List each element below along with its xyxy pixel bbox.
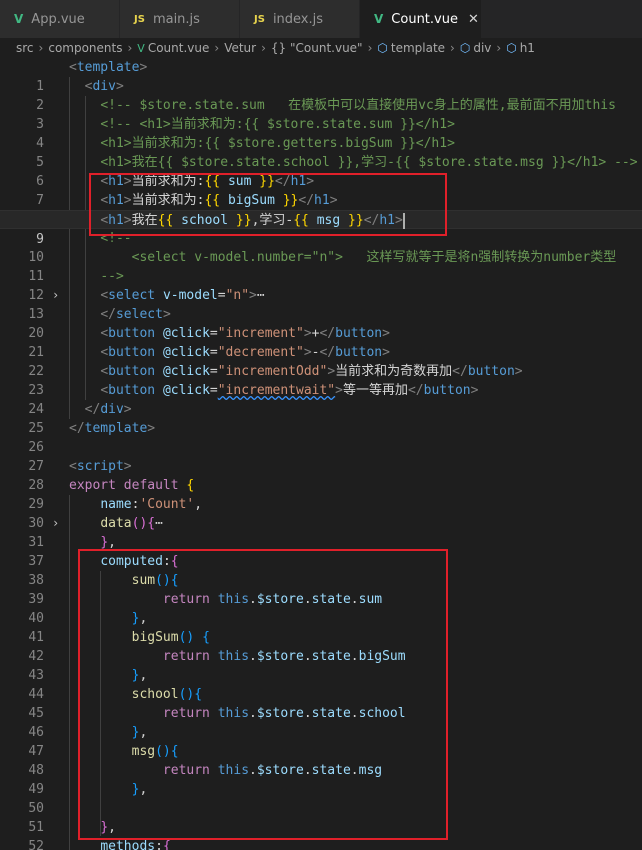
- code-line[interactable]: 2 <div>: [0, 77, 642, 113]
- highlight-box-computed: [78, 549, 448, 840]
- breadcrumb-item[interactable]: h1: [520, 41, 535, 55]
- chevron-right-icon[interactable]: ›: [52, 286, 59, 305]
- tab-label: Count.vue: [391, 11, 458, 27]
- code-line[interactable]: 23 <button @click="incrementOdd">当前求和为奇数…: [0, 362, 642, 398]
- chevron-right-icon: ›: [367, 41, 373, 55]
- close-icon[interactable]: ✕: [468, 12, 479, 27]
- cube-icon: ⬡: [506, 41, 517, 55]
- cube-icon: ⬡: [377, 41, 388, 55]
- code-editor[interactable]: 1 <template> 2 <div> 3 <!-- $store.state…: [0, 58, 642, 850]
- code-line[interactable]: 5 <h1>当前求和为:{{ $store.getters.bigSum }}<…: [0, 134, 642, 170]
- tab-count-vue[interactable]: V Count.vue ✕: [360, 0, 482, 38]
- chevron-right-icon: ›: [38, 41, 44, 55]
- breadcrumb-item[interactable]: Count.vue: [148, 41, 210, 55]
- code-line[interactable]: 3 <!-- $store.state.sum 在模板中可以直接使用vc身上的属…: [0, 96, 642, 132]
- code-line[interactable]: 21 <button @click="increment">+</button>: [0, 324, 642, 360]
- tab-label: main.js: [152, 11, 200, 27]
- breadcrumb: src › components › V Count.vue › Vetur ›…: [0, 38, 642, 58]
- tab-bar: V App.vue JS main.js JS index.js V Count…: [0, 0, 642, 38]
- code-line[interactable]: 13 › <select v-model="n">⋯: [0, 286, 642, 322]
- code-line[interactable]: 12 -->: [0, 267, 642, 303]
- chevron-right-icon: ›: [261, 41, 266, 55]
- code-line[interactable]: 28 <script>: [0, 457, 642, 493]
- tab-label: App.vue: [31, 11, 85, 27]
- js-file-icon: JS: [254, 13, 265, 25]
- code-line[interactable]: 22 <button @click="decrement">-</button>: [0, 343, 642, 379]
- code-line[interactable]: 30 name:'Count',: [0, 495, 642, 531]
- chevron-right-icon: ›: [127, 41, 133, 55]
- chevron-right-icon: ›: [450, 41, 455, 55]
- tab-index-js[interactable]: JS index.js: [240, 0, 360, 38]
- tab-label: index.js: [272, 11, 324, 27]
- breadcrumb-item[interactable]: {} "Count.vue": [271, 41, 363, 55]
- chevron-right-icon: ›: [496, 41, 502, 55]
- code-line[interactable]: 27: [0, 438, 642, 474]
- code-line[interactable]: 6 <h1>我在{{ $store.state.school }},学习-{{ …: [0, 153, 642, 189]
- cube-icon: ⬡: [459, 41, 471, 55]
- breadcrumb-item[interactable]: src: [16, 41, 34, 55]
- code-line[interactable]: 11 <select v-model.number="n"> 这样写就等于是将n…: [0, 248, 642, 284]
- code-line[interactable]: 31 › data(){⋯: [0, 514, 642, 550]
- code-line[interactable]: 1 <template>: [0, 58, 642, 94]
- highlight-box-template: [89, 173, 447, 236]
- vue-file-icon: V: [374, 12, 384, 26]
- breadcrumb-item[interactable]: Vetur: [224, 41, 256, 55]
- breadcrumb-item[interactable]: div: [473, 41, 491, 55]
- chevron-right-icon[interactable]: ›: [52, 514, 59, 533]
- code-line[interactable]: 20 </select>: [0, 305, 642, 341]
- code-line[interactable]: 25 </div>: [0, 400, 642, 436]
- vue-file-icon: V: [14, 12, 24, 26]
- tab-main-js[interactable]: JS main.js: [120, 0, 240, 38]
- js-file-icon: JS: [134, 13, 145, 25]
- code-line[interactable]: 4 <!-- <h1>当前求和为:{{ $store.state.sum }}<…: [0, 115, 642, 151]
- breadcrumb-item[interactable]: template: [391, 41, 445, 55]
- breadcrumb-item[interactable]: components: [48, 41, 122, 55]
- vue-file-icon: V: [137, 41, 145, 55]
- code-line[interactable]: 26 </template>: [0, 419, 642, 455]
- code-line[interactable]: 24 <button @click="incrementwait">等一等再加<…: [0, 381, 642, 417]
- chevron-right-icon: ›: [214, 41, 220, 55]
- code-line[interactable]: 29 export default {: [0, 476, 642, 512]
- tab-app-vue[interactable]: V App.vue: [0, 0, 120, 38]
